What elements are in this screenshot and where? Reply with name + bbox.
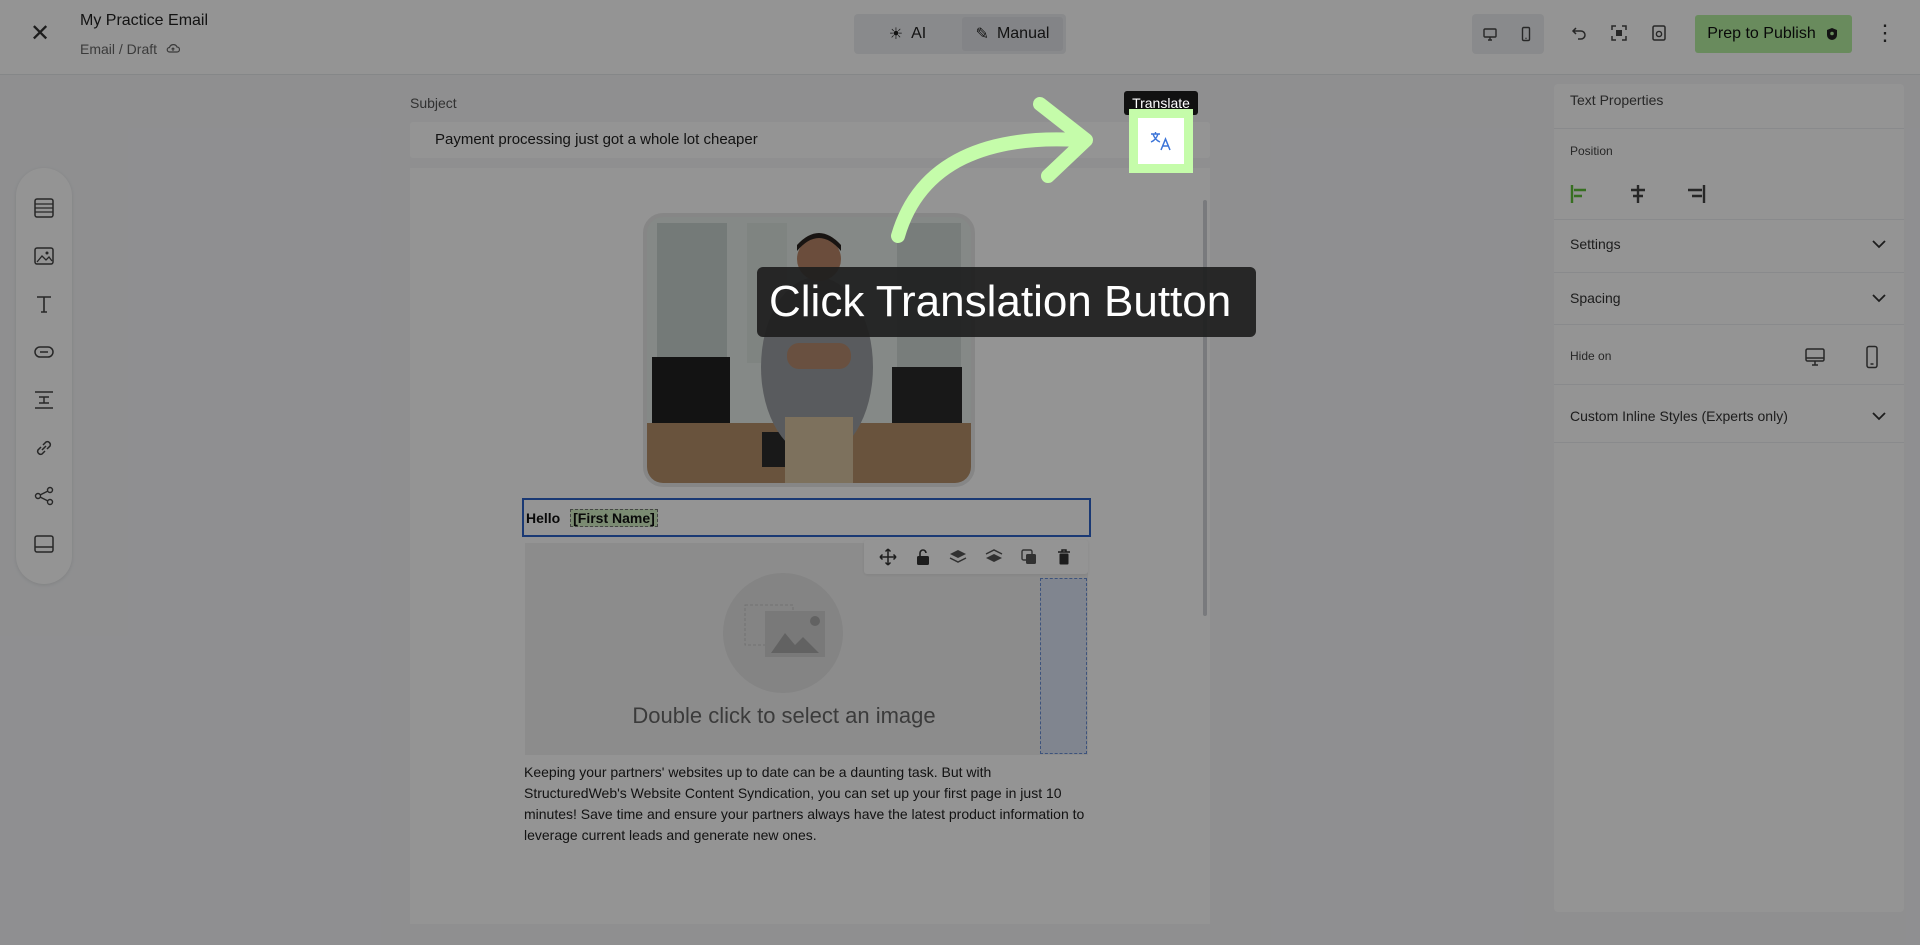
translate-icon xyxy=(1150,132,1171,151)
translate-button[interactable] xyxy=(1140,120,1182,162)
tutorial-callout: Click Translation Button xyxy=(757,267,1256,337)
tutorial-arrow xyxy=(891,97,1093,243)
